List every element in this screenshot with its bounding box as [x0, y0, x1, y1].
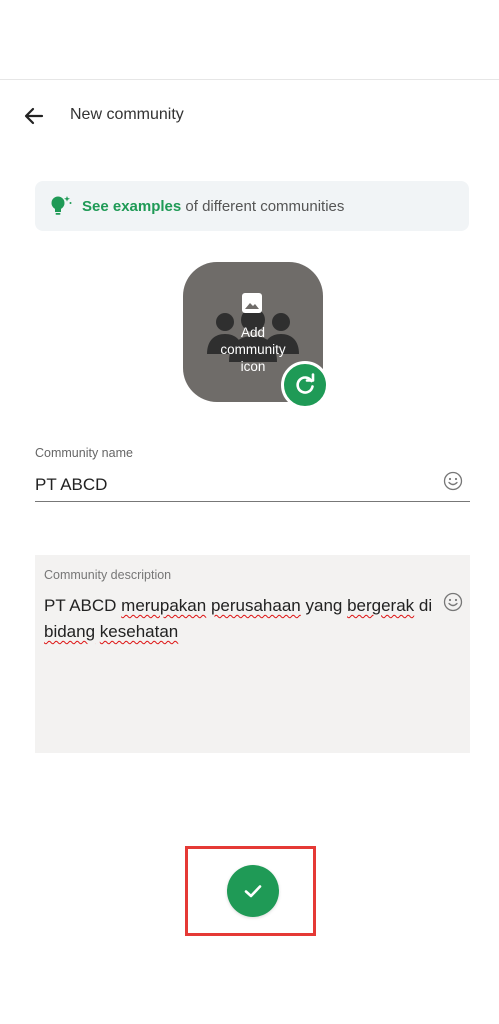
- description-segment: PT ABCD: [44, 596, 122, 615]
- misspelled-word: merupakan: [121, 596, 207, 615]
- community-name-label: Community name: [35, 446, 133, 460]
- see-examples-link[interactable]: See examples: [82, 198, 181, 215]
- misspelled-word: kesehatan: [99, 622, 179, 641]
- emoji-icon[interactable]: [443, 592, 463, 612]
- refresh-icon: [296, 373, 315, 394]
- image-icon: [242, 293, 262, 313]
- community-name-input[interactable]: [35, 468, 470, 502]
- community-description-field[interactable]: Community description PT ABCD merupakan …: [35, 555, 470, 753]
- page-title: New community: [70, 106, 184, 123]
- misspelled-word: bidang: [44, 622, 96, 641]
- description-segment: di: [414, 596, 433, 615]
- tip-rest-text: of different communities: [181, 198, 345, 215]
- community-description-text[interactable]: PT ABCD merupakan perusahaan yang berger…: [44, 593, 439, 645]
- examples-tip: See examples of different communities: [35, 181, 469, 231]
- back-arrow-icon[interactable]: [20, 102, 48, 130]
- misspelled-word: perusahaan: [210, 596, 301, 615]
- refresh-icon-button[interactable]: [281, 361, 329, 409]
- misspelled-word: bergerak: [347, 596, 415, 615]
- top-bar: [0, 0, 499, 80]
- description-segment: yang: [300, 596, 348, 615]
- checkmark-icon: [244, 885, 262, 898]
- tip-text: See examples of different communities: [82, 198, 344, 215]
- confirm-button[interactable]: [227, 865, 279, 917]
- emoji-icon[interactable]: [443, 471, 463, 491]
- community-description-label: Community description: [44, 568, 172, 582]
- lightbulb-icon: [47, 193, 73, 219]
- header: New community: [0, 96, 499, 136]
